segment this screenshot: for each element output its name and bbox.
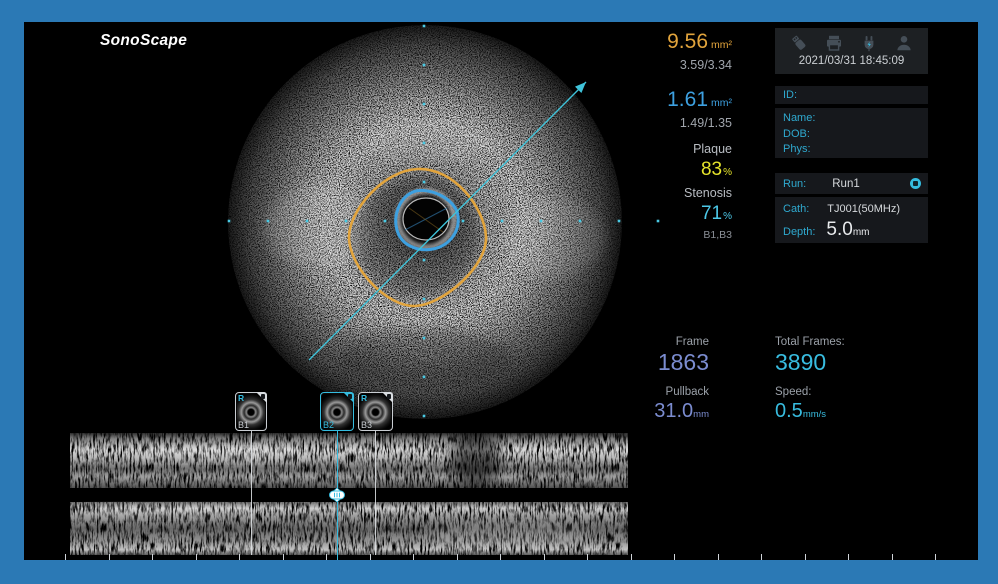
bookmark-thumbnail-b2[interactable]: B2	[320, 392, 354, 431]
reference-marker: R	[238, 393, 244, 403]
fold-notch	[387, 394, 391, 399]
bookmark-line-b1	[251, 431, 252, 555]
lumen-area-value: 1.61mm²	[574, 88, 732, 115]
bookmark-label: B1	[238, 420, 249, 430]
plaque-label: Plaque	[574, 140, 732, 158]
patient-info-panel: Name: DOB: Phys:	[775, 108, 928, 158]
app-frame: SonoScape	[0, 0, 998, 584]
brand-logo: SonoScape	[100, 32, 187, 50]
plaque-value: 83%	[574, 158, 732, 184]
printer-icon[interactable]	[824, 33, 844, 53]
reference-marker: R	[361, 393, 367, 403]
speed-cell: Speed: 0.5mm/s	[775, 385, 845, 427]
bookmark-thumbnail-b1[interactable]: R B1	[235, 392, 267, 431]
vessel-area-value: 9.56mm²	[574, 30, 732, 57]
frame-number: 1863	[574, 349, 709, 375]
stenosis-label: Stenosis	[574, 184, 732, 202]
speed-number: 0.5mm/s	[775, 399, 845, 427]
pullback-ruler	[65, 553, 945, 560]
bookmark-label: B3	[361, 420, 372, 430]
screen: SonoScape	[24, 22, 978, 560]
vessel-diameters: 3.59/3.34	[574, 57, 732, 74]
cath-value: TJ001(50MHz)	[827, 202, 900, 217]
frame-info: Frame 1863 Total Frames: 3890 Pullback 3…	[574, 335, 845, 427]
pullback-cell: Pullback 31.0mm	[574, 385, 709, 427]
longitudinal-strip-top[interactable]	[70, 433, 628, 488]
total-frames-cell: Total Frames: 3890	[775, 335, 845, 375]
record-indicator-icon[interactable]	[910, 178, 921, 189]
bookmark-line-b3	[375, 431, 376, 555]
phys-label: Phys:	[783, 142, 920, 158]
catheter-panel: Cath: TJ001(50MHz) Depth: 5.0mm	[775, 197, 928, 243]
usb-icon[interactable]	[789, 33, 809, 53]
frame-cell: Frame 1863	[574, 335, 709, 375]
depth-value: 5.0mm	[826, 219, 869, 241]
power-plug-icon[interactable]	[859, 33, 879, 53]
name-label: Name:	[783, 111, 920, 127]
fold-notch	[348, 394, 352, 399]
longitudinal-view[interactable]	[70, 433, 628, 555]
stenosis-value: 71%	[574, 202, 732, 228]
status-panel: 2021/03/31 18:45:09	[775, 28, 928, 74]
dob-label: DOB:	[783, 127, 920, 143]
run-label: Run:	[783, 178, 806, 190]
longitudinal-strip-bottom[interactable]	[70, 502, 628, 555]
measurement-readouts: 9.56mm² 3.59/3.34 1.61mm² 1.49/1.35 Plaq…	[574, 30, 732, 243]
depth-label: Depth:	[783, 226, 815, 238]
frame-scrub-handle[interactable]	[328, 488, 346, 502]
pullback-number: 31.0mm	[574, 399, 709, 427]
echo-highlight-top	[360, 118, 500, 162]
patient-id-panel: ID:	[775, 86, 928, 104]
stenosis-reference: B1,B3	[574, 228, 732, 243]
id-label: ID:	[775, 86, 928, 104]
lumen-diameters: 1.49/1.35	[574, 115, 732, 132]
cath-label: Cath:	[783, 202, 809, 217]
fold-notch	[261, 394, 265, 399]
bookmark-thumbnail-b3[interactable]: R B3	[358, 392, 393, 431]
user-icon[interactable]	[894, 33, 914, 53]
datetime: 2021/03/31 18:45:09	[775, 55, 928, 67]
total-frames-number: 3890	[775, 349, 845, 375]
run-value: Run1	[832, 178, 860, 190]
bookmark-label: B2	[323, 420, 334, 430]
run-selector[interactable]: Run: Run1	[775, 173, 928, 194]
